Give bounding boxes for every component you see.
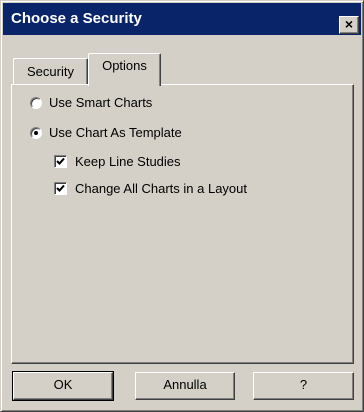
change-all-charts-label: Change All Charts in a Layout bbox=[75, 181, 247, 196]
keep-line-studies-label: Keep Line Studies bbox=[75, 154, 181, 169]
cancel-button[interactable]: Annulla bbox=[135, 372, 235, 400]
tab-options[interactable]: Options bbox=[88, 53, 161, 86]
close-button[interactable]: × bbox=[339, 16, 359, 34]
checkmark-icon bbox=[54, 155, 67, 168]
radio-unselected-icon bbox=[30, 97, 42, 109]
use-chart-as-template-label: Use Chart As Template bbox=[49, 125, 182, 140]
dialog-title: Choose a Security bbox=[11, 10, 142, 27]
ok-button[interactable]: OK bbox=[12, 371, 114, 401]
options-panel: Use Smart Charts Use Chart As Template K… bbox=[11, 84, 354, 364]
use-smart-charts-label: Use Smart Charts bbox=[49, 95, 153, 110]
radio-selected-icon bbox=[30, 127, 42, 139]
tab-security[interactable]: Security bbox=[13, 58, 88, 84]
tab-security-label: Security bbox=[27, 64, 74, 79]
checkmark-icon bbox=[54, 182, 67, 195]
close-icon: × bbox=[344, 16, 354, 32]
choose-security-dialog: Choose a Security × Security Options Use… bbox=[0, 0, 364, 412]
tab-options-label: Options bbox=[102, 58, 147, 73]
help-button[interactable]: ? bbox=[253, 372, 354, 400]
title-bar[interactable]: Choose a Security × bbox=[3, 3, 361, 35]
